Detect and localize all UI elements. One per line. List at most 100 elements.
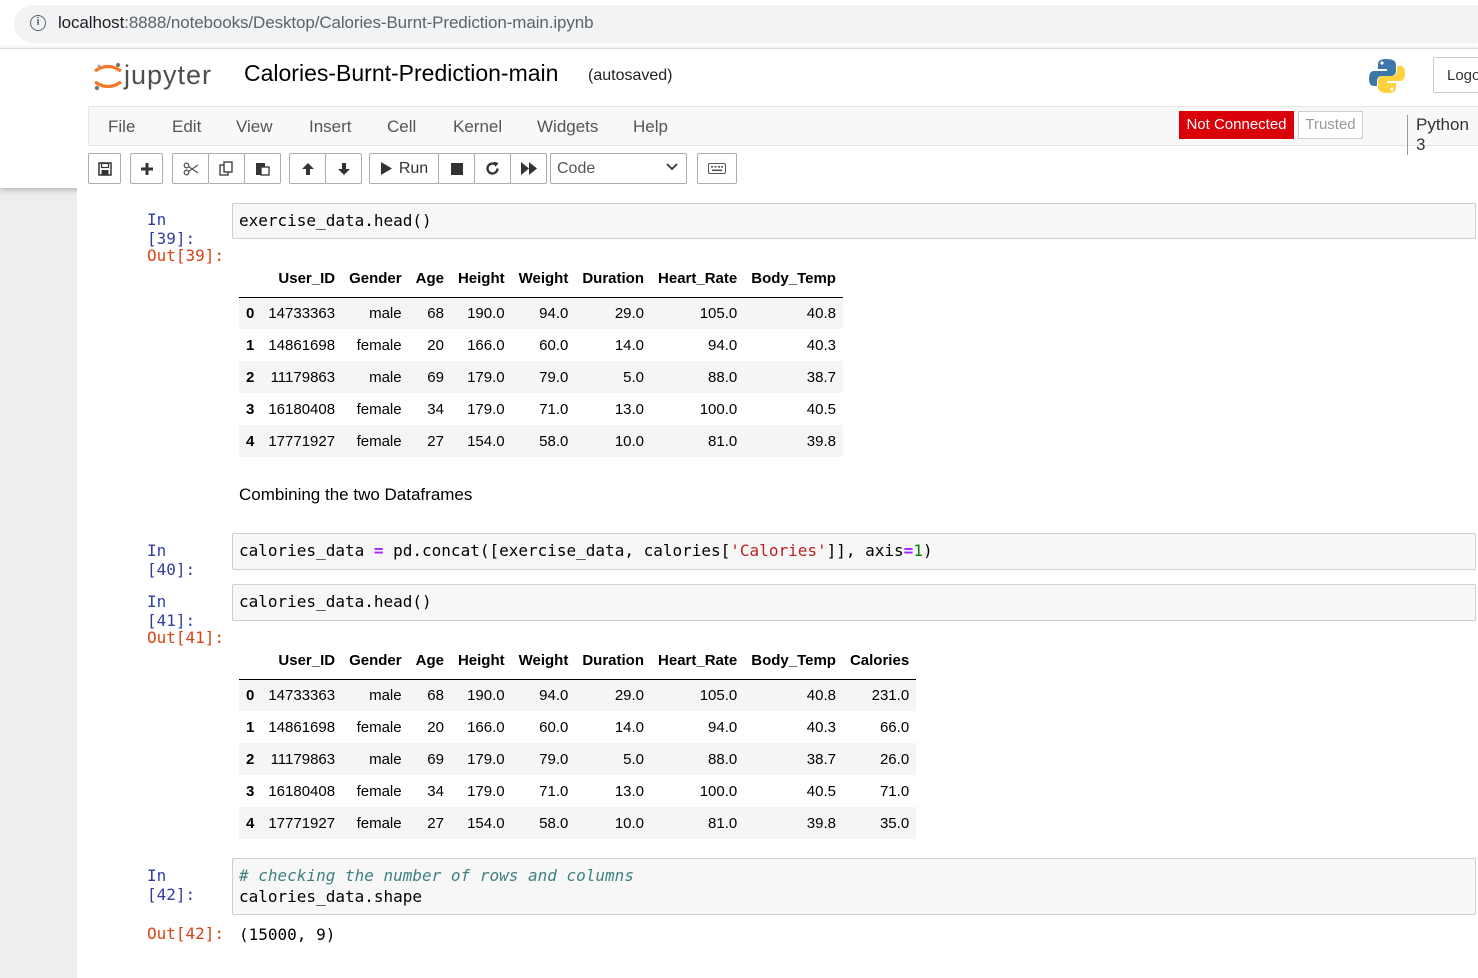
menu-insert[interactable]: Insert xyxy=(309,117,352,137)
command-palette-button[interactable] xyxy=(697,153,737,184)
menu-kernel[interactable]: Kernel xyxy=(453,117,502,137)
table-row: 0 14733363 male 68 190.0 94.0 29.0 105.0 40.8 xyxy=(239,297,843,329)
table-cell: female xyxy=(356,718,402,736)
save-button[interactable] xyxy=(88,153,121,184)
trusted-badge[interactable]: Trusted xyxy=(1298,111,1363,139)
column-header: Age xyxy=(408,261,451,298)
table-cell: 20 xyxy=(427,718,444,736)
code-cell-40[interactable]: calories_data = pd.concat([exercise_data… xyxy=(232,533,1476,570)
table-cell: 27 xyxy=(427,432,444,450)
logout-button[interactable]: Logout xyxy=(1433,57,1478,93)
arrow-up-icon xyxy=(301,162,314,175)
table-cell: 39.8 xyxy=(806,814,836,832)
table-cell: 17771927 xyxy=(268,814,336,832)
menu-view[interactable]: View xyxy=(236,117,273,137)
arrow-down-icon xyxy=(337,162,350,175)
table-cell: 26.0 xyxy=(879,750,910,768)
insert-cell-button[interactable] xyxy=(130,153,163,184)
kernel-name[interactable]: Python 3 xyxy=(1407,115,1478,155)
table-cell: 179.0 xyxy=(467,750,505,768)
row-index: 3 xyxy=(246,782,255,800)
table-cell: 79.0 xyxy=(539,368,569,386)
code-token: ]], axis xyxy=(826,541,904,560)
interrupt-button[interactable] xyxy=(438,153,475,184)
table-cell: 190.0 xyxy=(467,304,505,322)
table-row: 3 16180408 female 34 179.0 71.0 13.0 100.0 40.5 xyxy=(239,393,843,425)
table-cell: 40.8 xyxy=(806,304,836,322)
table-row: 3 16180408 female 34 179.0 71.0 13.0 100.0 40.5 7… xyxy=(239,775,916,807)
table-cell: 5.0 xyxy=(623,368,645,386)
copy-icon xyxy=(219,161,233,176)
table-cell: 79.0 xyxy=(539,750,569,768)
table-cell: female xyxy=(356,432,402,450)
table-cell: 58.0 xyxy=(539,432,569,450)
table-row: 2 11179863 male 69 179.0 79.0 5.0 88.0 38.7 26.0 xyxy=(239,743,917,775)
table-row: 0 14733363 male 68 190.0 94.0 29.0 105.0 40.8 231… xyxy=(239,679,917,711)
output-prompt-42: Out[42]: xyxy=(147,924,225,943)
menu-cell[interactable]: Cell xyxy=(387,117,416,137)
column-header: Duration xyxy=(575,643,652,680)
url-text[interactable]: localhost:8888/notebooks/Desktop/Calorie… xyxy=(58,13,594,33)
menu-widgets[interactable]: Widgets xyxy=(537,117,598,137)
column-header xyxy=(239,643,262,680)
table-cell: 14861698 xyxy=(268,718,336,736)
chevron-down-icon xyxy=(666,163,678,171)
run-label: Run xyxy=(398,159,429,177)
table-cell: 69 xyxy=(427,750,444,768)
table-row: 2 11179863 male 69 179.0 79.0 5.0 88.0 38.7 xyxy=(239,361,843,393)
dataframe-output-41: User_ID Gender Age Height Weight Duration Hear… xyxy=(239,643,917,839)
menu-edit[interactable]: Edit xyxy=(172,117,201,137)
cell-type-select[interactable]: Code xyxy=(550,153,687,184)
code-cell-39[interactable]: exercise_data.head() xyxy=(232,203,1476,239)
plus-icon xyxy=(140,162,153,175)
table-cell: female xyxy=(356,814,402,832)
jupyter-logo[interactable]: jupyter xyxy=(92,60,222,94)
move-down-button[interactable] xyxy=(325,153,362,184)
table-cell: 10.0 xyxy=(614,814,645,832)
column-header: Gender xyxy=(342,643,409,680)
table-cell: 5.0 xyxy=(623,750,645,768)
menu-help[interactable]: Help xyxy=(633,117,668,137)
run-button[interactable]: Run xyxy=(369,153,439,184)
paste-button[interactable] xyxy=(244,153,281,184)
info-icon[interactable]: i xyxy=(30,15,46,31)
copy-button[interactable] xyxy=(208,153,245,184)
table-cell: 94.0 xyxy=(708,718,738,736)
table-cell: female xyxy=(356,336,402,354)
cell-type-value: Code xyxy=(557,160,596,177)
code-comment: # checking the number of rows and column… xyxy=(239,866,634,885)
table-cell: female xyxy=(356,400,402,418)
logo-wordmark: jupyter xyxy=(124,60,213,90)
table-row: 1 14861698 female 20 166.0 60.0 14.0 94.0 40.3 xyxy=(239,329,843,361)
menu-file[interactable]: File xyxy=(108,117,135,137)
row-index: 1 xyxy=(246,718,255,736)
table-cell: male xyxy=(369,686,402,704)
code-cell-42[interactable]: # checking the number of rows and column… xyxy=(232,858,1476,915)
notebook-title[interactable]: Calories-Burnt-Prediction-main xyxy=(244,60,558,87)
code-text: calories_data.head() xyxy=(239,592,432,611)
row-index: 2 xyxy=(246,750,255,768)
table-cell: 40.8 xyxy=(806,686,836,704)
table-cell: 14.0 xyxy=(614,336,645,354)
table-cell: 105.0 xyxy=(699,686,738,704)
connection-status-badge[interactable]: Not Connected xyxy=(1179,111,1294,139)
column-header: Weight xyxy=(511,643,576,680)
cut-button[interactable] xyxy=(172,153,209,184)
table-cell: 71.0 xyxy=(539,782,569,800)
keyboard-icon xyxy=(708,163,726,174)
table-cell: 11179863 xyxy=(270,368,336,386)
paste-icon xyxy=(256,163,270,176)
restart-run-all-button[interactable] xyxy=(510,153,547,184)
row-index: 2 xyxy=(246,368,255,386)
table-cell: 13.0 xyxy=(614,400,645,418)
table-cell: 58.0 xyxy=(539,814,569,832)
table-cell: 10.0 xyxy=(614,432,645,450)
code-token-number: 1 xyxy=(913,541,923,560)
markdown-cell[interactable]: Combining the two Dataframes xyxy=(239,485,472,505)
move-up-button[interactable] xyxy=(289,153,326,184)
column-header: Heart_Rate xyxy=(651,261,745,298)
restart-button[interactable] xyxy=(474,153,511,184)
table-cell: male xyxy=(369,304,402,322)
code-cell-41[interactable]: calories_data.head() xyxy=(232,584,1476,621)
table-cell: 88.0 xyxy=(708,750,738,768)
